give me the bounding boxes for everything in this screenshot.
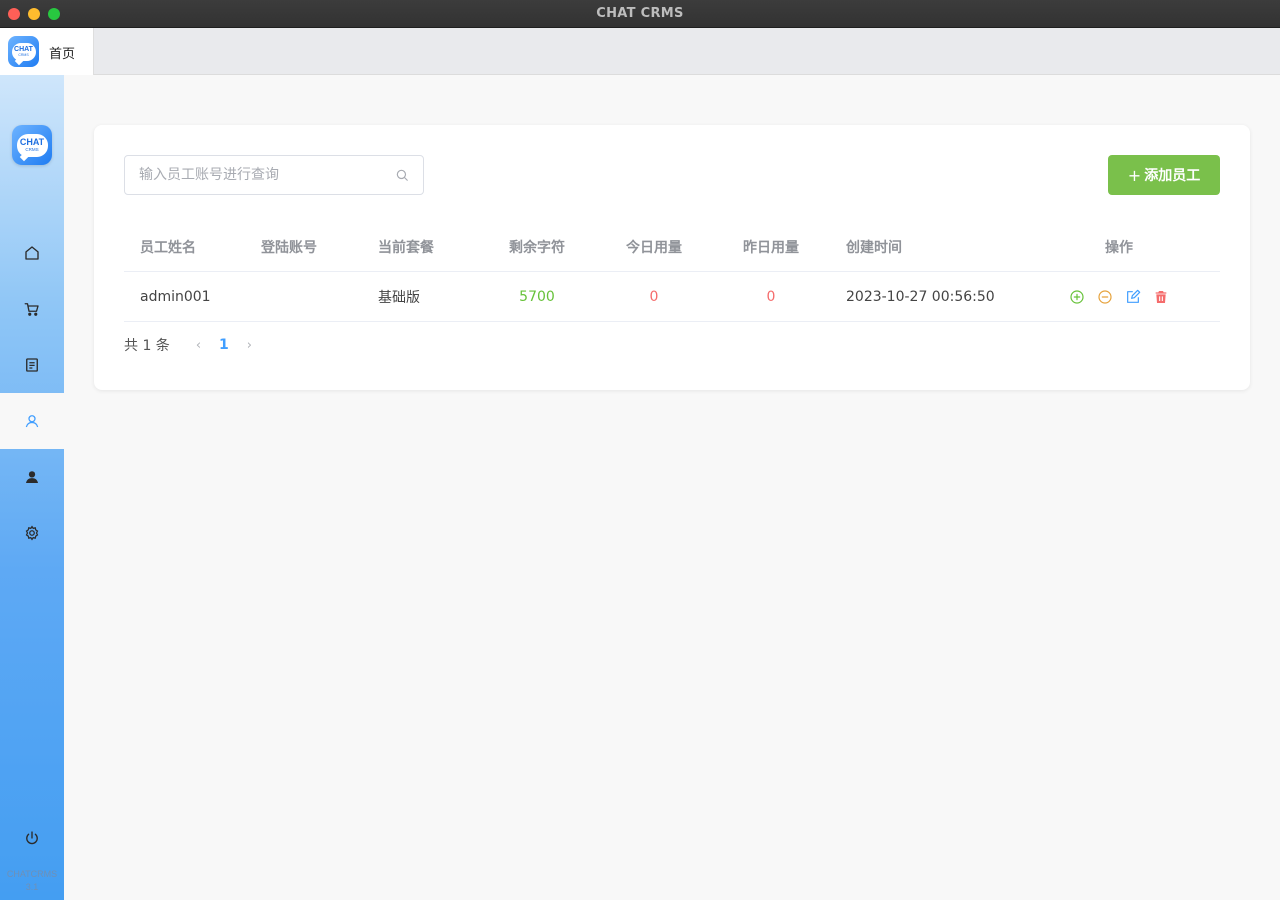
column-header-name: 员工姓名 [140, 240, 196, 256]
cell-remaining: 5700 [519, 288, 555, 305]
sidebar-item-home[interactable] [0, 225, 64, 281]
minus-circle-icon[interactable] [1097, 289, 1113, 305]
sidebar-logo-icon: CHAT CRMS [12, 125, 52, 165]
sidebar-item-profile[interactable] [0, 449, 64, 505]
tab-home-label: 首页 [49, 47, 76, 62]
column-header-created-time: 创建时间 [846, 240, 902, 256]
user-filled-icon [26, 471, 38, 483]
delete-icon[interactable] [1153, 289, 1169, 305]
tab-bar: CHAT CRMS 首页 [0, 28, 1280, 75]
page-number-1[interactable]: 1 [219, 337, 229, 353]
window-titlebar: CHAT CRMS [0, 0, 1280, 28]
add-staff-button[interactable]: + 添加员工 [1108, 155, 1220, 195]
staff-table: 员工姓名 登陆账号 当前套餐 剩余字符 今日用量 昨日用量 创建时间 操作 ad… [124, 223, 1220, 322]
logo-text-line2: CRMS [18, 53, 29, 57]
cell-today-usage: 0 [649, 288, 659, 305]
cell-yesterday-usage: 0 [766, 288, 776, 305]
table-row: admin001 基础版 5700 0 0 2023-10-27 00:56:5… [124, 272, 1220, 322]
sidebar-item-orders[interactable] [0, 337, 64, 393]
staff-card: + 添加员工 员工姓名 登陆账号 当前套餐 剩余字符 今日用量 昨日用量 创建时… [94, 125, 1250, 390]
logout-button[interactable] [0, 810, 64, 866]
add-circle-icon[interactable] [1069, 289, 1085, 305]
logo-text-line1: CHAT [14, 46, 33, 53]
prev-page-button[interactable]: ‹ [196, 338, 201, 353]
user-outline-icon [25, 415, 39, 428]
power-icon [26, 831, 38, 845]
edit-icon[interactable] [1125, 289, 1141, 305]
cell-plan: 基础版 [378, 289, 420, 306]
search-icon[interactable] [395, 168, 409, 182]
row-actions [1060, 272, 1178, 321]
cart-icon [24, 303, 39, 316]
app-logo-icon: CHAT CRMS [8, 36, 39, 67]
column-header-remaining: 剩余字符 [509, 240, 565, 256]
gear-icon [25, 525, 39, 541]
sidebar-item-settings[interactable] [0, 505, 64, 561]
main-content: + 添加员工 员工姓名 登陆账号 当前套餐 剩余字符 今日用量 昨日用量 创建时… [64, 75, 1280, 900]
sidebar: CHAT CRMS CHATCRMS 3.1 [0, 75, 64, 900]
search-box [124, 155, 424, 195]
sidebar-logo-text-line2: CRMS [25, 147, 39, 152]
column-header-today-usage: 今日用量 [626, 240, 682, 256]
cell-created-time: 2023-10-27 00:56:50 [846, 288, 995, 305]
window-title: CHAT CRMS [596, 6, 684, 21]
add-staff-button-label: 添加员工 [1144, 168, 1201, 184]
document-icon [26, 358, 38, 372]
cell-name: admin001 [140, 288, 211, 305]
column-header-actions: 操作 [1105, 240, 1133, 256]
tab-home[interactable]: CHAT CRMS 首页 [0, 28, 94, 75]
home-icon [25, 246, 39, 260]
next-page-button[interactable]: › [247, 338, 252, 353]
plus-icon: + [1127, 165, 1142, 185]
column-header-account: 登陆账号 [261, 240, 317, 256]
column-header-plan: 当前套餐 [378, 240, 434, 256]
app-name: CHATCRMS [6, 869, 58, 879]
column-header-yesterday-usage: 昨日用量 [743, 240, 799, 256]
table-header: 员工姓名 登陆账号 当前套餐 剩余字符 今日用量 昨日用量 创建时间 操作 [124, 223, 1220, 272]
sidebar-item-shop[interactable] [0, 281, 64, 337]
search-input[interactable] [125, 156, 385, 194]
pagination-total: 共 1 条 [124, 338, 170, 354]
sidebar-item-staff[interactable] [0, 393, 64, 449]
app-version: 3.1 [25, 882, 39, 892]
sidebar-logo-text-line1: CHAT [19, 137, 45, 147]
pagination: 共 1 条 ‹ 1 › [124, 335, 266, 355]
